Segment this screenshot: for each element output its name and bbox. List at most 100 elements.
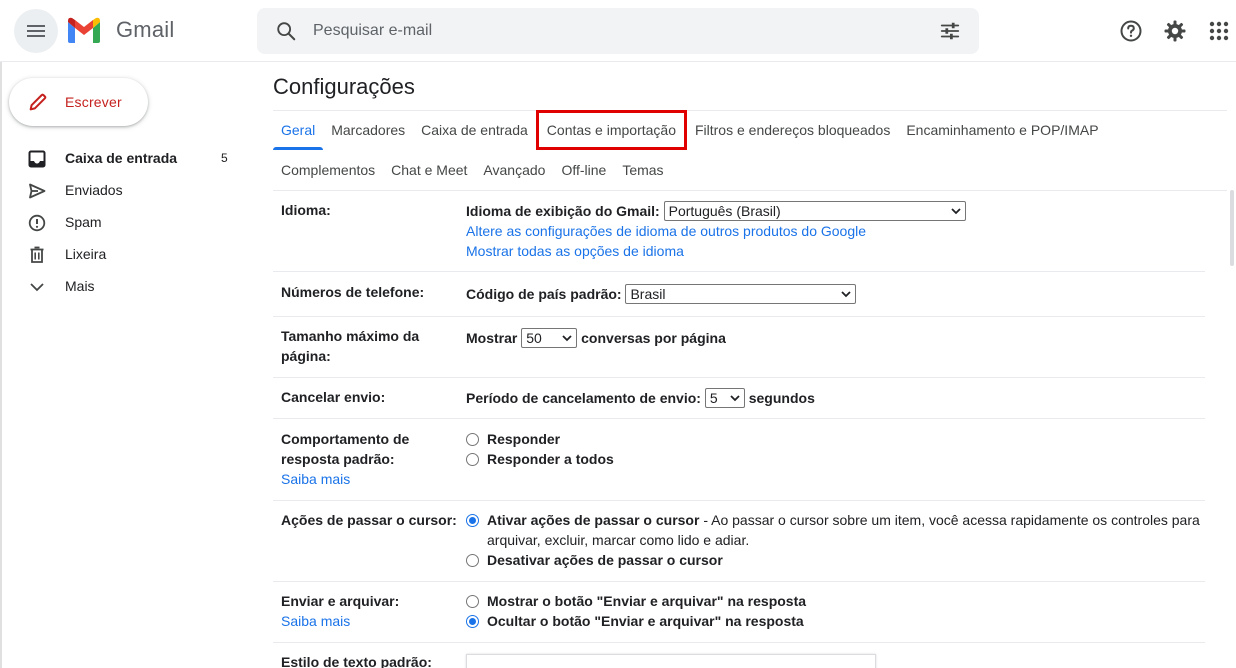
sidebar-item-inbox[interactable]: Caixa de entrada 5: [0, 142, 245, 174]
tab-chat-meet[interactable]: Chat e Meet: [383, 150, 475, 190]
settings-gear-icon[interactable]: [1162, 18, 1188, 44]
country-selected-value: Brasil: [630, 286, 666, 302]
setting-label: Comportamento de resposta padrão: Saiba …: [281, 429, 431, 489]
main-menu-button[interactable]: [14, 9, 58, 53]
gmail-logo[interactable]: Gmail: [66, 16, 174, 44]
country-code-label: Código de país padrão:: [466, 286, 622, 302]
show-send-archive-option[interactable]: Mostrar o botão "Enviar e arquivar" na r…: [466, 591, 806, 611]
apps-grid-icon[interactable]: [1206, 18, 1232, 44]
page-title: Configurações: [273, 74, 415, 99]
hover-enable-option[interactable]: Ativar ações de passar o cursor - Ao pas…: [466, 510, 1205, 550]
setting-undo-send: Cancelar envio: Período de cancelamento …: [273, 378, 1205, 419]
setting-value: Código de país padrão: Brasil: [466, 284, 857, 304]
help-icon[interactable]: [1118, 18, 1144, 44]
radio-label: Desativar ações de passar o cursor: [487, 552, 723, 568]
radio-hover-enable[interactable]: [466, 514, 479, 527]
gmail-logo-text: Gmail: [116, 17, 175, 42]
radio-hover-disable[interactable]: [466, 554, 479, 567]
trash-icon: [30, 246, 44, 263]
top-bar: Gmail: [0, 0, 1236, 62]
gmail-m-icon: [68, 17, 100, 43]
radio-reply-all[interactable]: [466, 453, 479, 466]
inbox-icon: [28, 150, 46, 168]
setting-label-text-style: Estilo de texto padrão:: [281, 654, 432, 668]
search-options-icon[interactable]: [939, 20, 961, 42]
radio-label: Responder: [487, 431, 561, 447]
setting-label-text: Enviar e arquivar:: [281, 593, 400, 609]
setting-label: Cancelar envio:: [281, 389, 386, 405]
radio-show-send-archive[interactable]: [466, 595, 479, 608]
setting-language: Idioma: Idioma de exibição do Gmail: Por…: [273, 191, 1205, 272]
setting-label: Números de telefone:: [281, 284, 425, 300]
undo-send-suffix: segundos: [748, 390, 815, 406]
undo-send-value: 5: [709, 390, 718, 406]
tab-themes[interactable]: Temas: [614, 150, 671, 190]
tab-offline[interactable]: Off-line: [553, 150, 614, 190]
tab-general[interactable]: Geral: [273, 110, 324, 150]
tab-accounts-import[interactable]: Contas e importação: [535, 110, 687, 150]
setting-label: Tamanho máximo da página:: [281, 328, 420, 364]
other-products-language-link[interactable]: Altere as configurações de idioma de out…: [466, 221, 966, 241]
tab-inbox[interactable]: Caixa de entrada: [413, 110, 536, 150]
text-style-editor[interactable]: [466, 654, 876, 668]
tab-forwarding[interactable]: Encaminhamento e POP/IMAP: [898, 110, 1106, 150]
tab-advanced[interactable]: Avançado: [475, 150, 553, 190]
language-select[interactable]: Português (Brasil): [663, 201, 966, 221]
tab-addons[interactable]: Complementos: [273, 150, 383, 190]
sidebar-item-label: Mais: [65, 278, 95, 294]
compose-button[interactable]: Escrever: [9, 78, 148, 126]
learn-more-link[interactable]: Saiba mais: [281, 469, 431, 489]
chevron-down-icon: [30, 283, 44, 292]
setting-page-size: Tamanho máximo da página: Mostrar 50 con…: [273, 317, 1205, 378]
sidebar-item-label: Enviados: [65, 182, 123, 198]
page-size-suffix: conversas por página: [581, 330, 726, 346]
sidebar-item-label: Caixa de entrada: [65, 150, 178, 166]
learn-more-link[interactable]: Saiba mais: [281, 611, 399, 631]
page-size-select[interactable]: 50: [521, 328, 578, 348]
chevron-down-icon: [562, 335, 572, 342]
setting-value: Mostrar o botão "Enviar e arquivar" na r…: [466, 591, 806, 631]
scrollbar[interactable]: [1230, 190, 1234, 266]
radio-hide-send-archive[interactable]: [466, 615, 479, 628]
page-size-value: 50: [526, 330, 542, 346]
settings-tabs-row-2: Complementos Chat e Meet Avançado Off-li…: [273, 150, 672, 190]
tab-filters[interactable]: Filtros e endereços bloqueados: [687, 110, 898, 150]
radio-label: Ocultar o botão "Enviar e arquivar" na r…: [487, 613, 804, 629]
chevron-down-icon: [841, 291, 852, 298]
reply-all-option[interactable]: Responder a todos: [466, 449, 614, 469]
compose-label: Escrever: [65, 94, 122, 110]
settings-tabs-row-1: Geral Marcadores Caixa de entrada Contas…: [273, 110, 1107, 150]
pencil-icon: [29, 93, 47, 111]
hide-send-archive-option[interactable]: Ocultar o botão "Enviar e arquivar" na r…: [466, 611, 806, 631]
setting-value: Mostrar 50 conversas por página: [466, 328, 726, 348]
undo-send-prefix: Período de cancelamento de envio:: [466, 390, 701, 406]
search-icon[interactable]: [275, 20, 297, 42]
sidebar-item-spam[interactable]: Spam: [0, 206, 245, 238]
show-all-language-options-link[interactable]: Mostrar todas as opções de idioma: [466, 241, 966, 261]
radio-reply[interactable]: [466, 433, 479, 446]
spam-icon: [28, 214, 46, 232]
chevron-down-icon: [950, 208, 961, 215]
hamburger-icon: [27, 22, 45, 40]
page-size-prefix: Mostrar: [466, 330, 518, 346]
chevron-down-icon: [730, 395, 740, 402]
sidebar-item-sent[interactable]: Enviados: [0, 174, 245, 206]
sidebar-item-label: Lixeira: [65, 246, 107, 262]
radio-label: Responder a todos: [487, 451, 614, 467]
hover-disable-option[interactable]: Desativar ações de passar o cursor: [466, 550, 1205, 570]
country-code-select[interactable]: Brasil: [625, 284, 857, 304]
sidebar-item-more[interactable]: Mais: [0, 270, 245, 302]
setting-value: Idioma de exibição do Gmail: Português (…: [466, 201, 966, 261]
sidebar-item-trash[interactable]: Lixeira: [0, 238, 245, 270]
sidebar-nav: Caixa de entrada 5 Enviados Spam Lixeira: [0, 142, 245, 302]
setting-value: Responder Responder a todos: [466, 429, 614, 469]
reply-option[interactable]: Responder: [466, 429, 614, 449]
search-bar[interactable]: [257, 8, 979, 54]
radio-label: Ativar ações de passar o cursor: [487, 512, 700, 528]
language-selected-value: Português (Brasil): [668, 203, 781, 219]
setting-phone-numbers: Números de telefone: Código de país padr…: [273, 272, 1205, 317]
search-input[interactable]: [313, 19, 913, 43]
undo-send-select[interactable]: 5: [704, 388, 745, 408]
setting-value: Período de cancelamento de envio: 5 segu…: [466, 388, 815, 408]
tab-labels[interactable]: Marcadores: [323, 110, 413, 150]
